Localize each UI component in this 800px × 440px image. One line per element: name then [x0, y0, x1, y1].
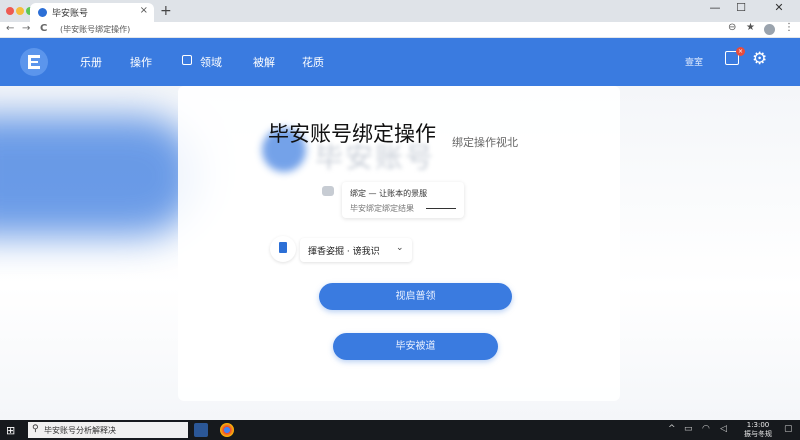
app-logo[interactable] — [20, 48, 48, 76]
chevron-down-icon: ⌄ — [396, 243, 404, 253]
primary-button[interactable]: 视启普领 — [319, 283, 512, 310]
search-icon: ⚲ — [32, 424, 39, 434]
bookmark-icon — [279, 242, 287, 253]
taskbar-clock[interactable]: 1:3:00 振与冬规 — [738, 421, 778, 439]
account-select-value: 揮香姿掘 · 谤我识 — [308, 247, 380, 257]
nav-item-1[interactable]: 乐册 — [80, 54, 102, 70]
chat-icon — [322, 186, 334, 196]
minimize-dot[interactable] — [16, 7, 24, 15]
notification-badge: × — [736, 47, 745, 56]
bookmark-button[interactable] — [270, 236, 296, 262]
clock-time: 1:3:00 — [746, 421, 770, 429]
browser-menu-icon[interactable]: ⋮ — [784, 22, 794, 33]
zoom-icon[interactable]: ⊖ — [728, 22, 736, 33]
nav-item-4[interactable]: 被解 — [253, 54, 275, 70]
taskbar-search-text: 毕安账号分析解释决 — [44, 426, 116, 435]
secondary-button[interactable]: 毕安被道 — [333, 333, 498, 360]
underline — [426, 208, 456, 209]
reload-button[interactable]: C — [40, 23, 47, 34]
info-card: 绑定 — 让账本的景服 毕安绑定绑定结果 — [342, 182, 464, 218]
nav-item-2[interactable]: 操作 — [130, 54, 152, 70]
favicon-icon — [38, 8, 47, 17]
taskbar-app-icon[interactable] — [194, 423, 208, 437]
info-line-2: 毕安绑定绑定结果 — [350, 204, 414, 213]
gear-icon[interactable]: ⚙ — [752, 49, 767, 69]
window-maximize-button[interactable]: ☐ — [728, 1, 754, 14]
tray-expand-icon[interactable]: ^ — [668, 424, 676, 434]
page-title: 毕安账号绑定操作 — [268, 122, 436, 146]
address-bar: ← → C (毕安账号绑定操作) ⊖ ★ ⋮ — [0, 22, 800, 38]
new-tab-button[interactable]: + — [160, 3, 172, 19]
tab-close-icon[interactable]: × — [140, 5, 148, 16]
tray-icon[interactable]: ▭ — [684, 424, 693, 434]
close-dot[interactable] — [6, 7, 14, 15]
browser-tab-bar: 毕安账号 × + — ☐ ✕ — [0, 0, 800, 22]
volume-icon[interactable]: ◁ — [720, 424, 727, 434]
account-select[interactable]: 揮香姿掘 · 谤我识 ⌄ — [300, 238, 412, 262]
start-icon[interactable]: ⊞ — [6, 424, 15, 437]
window-minimize-button[interactable]: — — [702, 1, 728, 14]
window-close-button[interactable]: ✕ — [766, 1, 792, 14]
shield-icon — [182, 55, 192, 65]
decorative-blob — [0, 116, 200, 236]
browser-tab[interactable]: 毕安账号 × — [30, 3, 154, 22]
chrome-icon[interactable] — [220, 423, 234, 437]
logo-e-icon — [28, 55, 40, 69]
back-button[interactable]: ← — [6, 23, 14, 34]
taskbar-search[interactable]: ⚲ 毕安账号分析解释决 — [28, 422, 188, 438]
clock-date: 振与冬规 — [744, 430, 772, 438]
info-line-1: 绑定 — 让账本的景服 — [350, 189, 428, 198]
header-right-link[interactable]: 壹室 — [685, 55, 703, 68]
forward-button[interactable]: → — [22, 23, 30, 34]
main-content: 毕安账号 毕安账号绑定操作 绑定操作视北 绑定 — 让账本的景服 毕安绑定绑定结… — [0, 86, 800, 420]
url-text[interactable]: (毕安账号绑定操作) — [60, 24, 130, 35]
network-icon[interactable]: ◠ — [702, 424, 710, 434]
profile-avatar[interactable] — [764, 24, 775, 35]
nav-item-5[interactable]: 花质 — [302, 54, 324, 70]
tab-title: 毕安账号 — [52, 9, 89, 19]
notification-center-icon[interactable]: ▢ — [784, 424, 793, 434]
page-subtitle: 绑定操作视北 — [452, 136, 518, 149]
bookmark-star-icon[interactable]: ★ — [746, 22, 755, 33]
app-header: 乐册 操作 领域 被解 花质 壹室 × ⚙ — [0, 38, 800, 86]
nav-item-3[interactable]: 领域 — [200, 54, 222, 70]
os-taskbar: ⊞ ⚲ 毕安账号分析解释决 ^ ▭ ◠ ◁ 1:3:00 振与冬规 ▢ — [0, 420, 800, 440]
